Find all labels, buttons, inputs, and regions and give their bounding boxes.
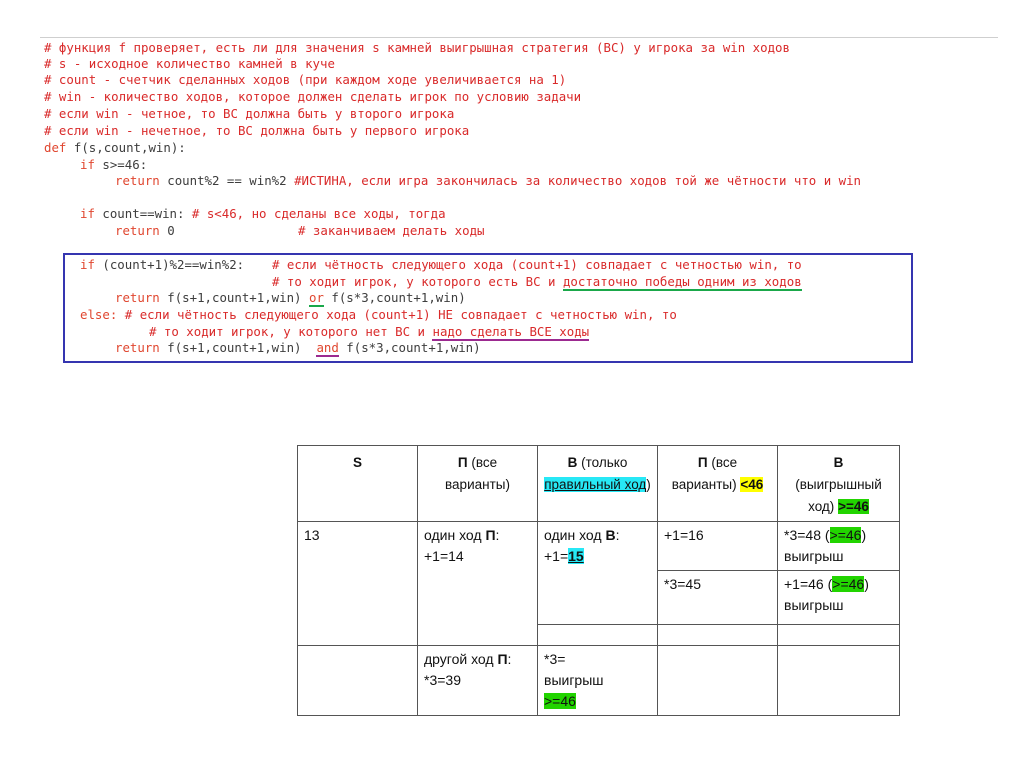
- cell-highlight: >=46: [544, 693, 576, 709]
- code-comment: # s<46, но сделаны все ходы, тогда: [191, 206, 446, 221]
- code-comment: # count - счетчик сделанных ходов (при к…: [44, 72, 567, 87]
- header-p-all: П (все варианты): [417, 445, 538, 522]
- cell-text: *3=45: [664, 576, 701, 592]
- table-row: 13 один ход П: +1=14 один ход В: +1=15 +1=…: [297, 521, 900, 646]
- cell-text: +1=16: [664, 527, 704, 543]
- header-v-correct: В (только правильный ход): [537, 445, 658, 522]
- table-header-row: S П (все варианты) В (только правильный …: [297, 445, 900, 522]
- top-divider: [40, 37, 998, 38]
- keyword-return: return: [115, 173, 160, 188]
- header-s: S: [297, 445, 418, 522]
- keyword-if: if: [80, 206, 95, 221]
- header-note: (только: [577, 455, 628, 470]
- header-label: П: [457, 455, 468, 470]
- code-comment: # win - количество ходов, которое должен…: [44, 89, 582, 104]
- cell-empty: [537, 624, 658, 646]
- cell-text: :: [507, 651, 512, 667]
- header-p-less46: П (все варианты) <46: [657, 445, 778, 522]
- code-text: count%2 == win%2: [167, 173, 287, 188]
- cell-text: П: [485, 527, 496, 543]
- code-return-line: return count%2 == win%2 #ИСТИНА, если иг…: [115, 173, 861, 189]
- cell-text: (: [824, 527, 830, 543]
- cell-empty: [297, 645, 418, 716]
- cell-empty: [657, 645, 778, 716]
- code-if-line: if count==win: # s<46, но сделаны все хо…: [80, 206, 446, 222]
- cell-text: :: [495, 527, 500, 543]
- header-label: S: [352, 455, 362, 470]
- code-text: count==win:: [102, 206, 185, 221]
- cell-p-opt1: +1=16: [657, 521, 778, 571]
- cell-text: выигрыш: [784, 597, 844, 613]
- cell-text: +1=: [544, 548, 569, 564]
- cell-text: выигрыш: [784, 548, 844, 564]
- cell-v-move1: один ход В: +1=15: [537, 521, 658, 625]
- header-label: В: [833, 455, 844, 470]
- code-comment: # если win - нечетное, то ВС должна быть…: [44, 123, 470, 138]
- cell-empty: [657, 624, 778, 646]
- cell-highlight: >=46: [829, 527, 862, 543]
- cell-highlight: 15: [568, 548, 584, 564]
- code-comment: #ИСТИНА, если игра закончилась за количе…: [294, 173, 862, 188]
- header-label: В: [567, 455, 578, 470]
- header-note: (все варианты): [445, 455, 510, 492]
- cell-highlight: >=46: [832, 576, 865, 592]
- s-value: 13: [304, 527, 320, 543]
- cell-text: ): [861, 527, 867, 543]
- header-highlight: >=46: [838, 499, 869, 514]
- cell-text: *3=39: [424, 672, 461, 688]
- cell-text: выигрыш: [544, 672, 604, 688]
- cell-text: *3=: [544, 651, 566, 667]
- cell-text: В: [605, 527, 616, 543]
- header-highlight: правильный ход: [544, 477, 647, 492]
- header-note: ): [646, 477, 651, 492]
- code-comment: # s - исходное количество камней в куче: [44, 56, 335, 71]
- cell-p-move1: один ход П: +1=14: [417, 521, 538, 646]
- cell-text: *3=48: [784, 527, 825, 543]
- code-def-line: def f(s,count,win):: [44, 140, 186, 156]
- cell-v-opt1: *3=48 (>=46) выигрыш: [777, 521, 900, 571]
- cell-p-move2: другой ход П: *3=39: [417, 645, 538, 716]
- code-comment: # если win - четное, то ВС должна быть у…: [44, 106, 455, 121]
- header-label: П: [697, 455, 708, 470]
- cell-text: ): [864, 576, 869, 592]
- cell-s-value: 13: [297, 521, 418, 646]
- code-text: 0: [167, 223, 175, 238]
- code-comment: # функция f проверяет, есть ли для значе…: [44, 40, 790, 55]
- cell-text: один ход: [544, 527, 606, 543]
- code-text: s>=46:: [102, 157, 148, 172]
- strategy-table: S П (все варианты) В (только правильный …: [297, 445, 900, 716]
- cell-empty: [777, 645, 900, 716]
- code-return-line: return 0: [115, 223, 175, 239]
- keyword-if: if: [80, 157, 95, 172]
- cell-text: П: [497, 651, 508, 667]
- keyword-def: def: [44, 140, 67, 155]
- cell-text: :: [615, 527, 620, 543]
- code-comment: # заканчиваем делать ходы: [298, 223, 485, 238]
- header-highlight: <46: [740, 477, 764, 492]
- cell-v-opt2: +1=46 (>=46) выигрыш: [777, 570, 900, 625]
- code-if-line: if s>=46:: [80, 157, 147, 173]
- cell-text: +1=14: [424, 548, 464, 564]
- cell-empty: [777, 624, 900, 646]
- table-row: другой ход П: *3=39 *3= выигрыш >=46: [297, 645, 900, 716]
- cell-p-opt2: *3=45: [657, 570, 778, 625]
- highlight-frame: [63, 253, 913, 363]
- cell-text: один ход: [424, 527, 486, 543]
- cell-text: другой ход: [424, 651, 498, 667]
- cell-v-move2: *3= выигрыш >=46: [537, 645, 658, 716]
- code-text: f(s,count,win):: [73, 140, 186, 155]
- cell-text: +1=46: [784, 576, 828, 592]
- keyword-return: return: [115, 223, 160, 238]
- header-v-win: В (выигрышный ход) >=46: [777, 445, 900, 522]
